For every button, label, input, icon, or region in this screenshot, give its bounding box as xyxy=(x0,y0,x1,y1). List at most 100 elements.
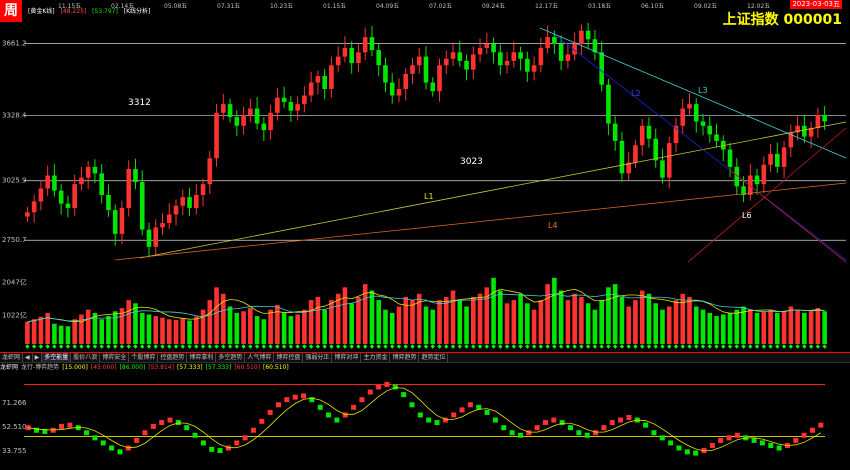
volume-bar xyxy=(815,308,821,344)
tab-7[interactable]: 控盘趋势 xyxy=(158,353,188,362)
volume-bar xyxy=(443,296,449,344)
volume-bar xyxy=(775,312,780,344)
tab-1[interactable]: ◀ xyxy=(23,353,33,362)
volume-marker xyxy=(741,344,746,349)
price-tick-label: 3025.9 xyxy=(2,177,27,185)
volume-bar xyxy=(653,303,659,344)
volume-marker xyxy=(187,344,192,349)
indicator-dot xyxy=(676,445,682,451)
candle-body xyxy=(680,108,686,126)
volume-bar xyxy=(558,290,564,344)
indicator-dot xyxy=(434,420,440,426)
volume-bar xyxy=(403,296,409,344)
volume-bar xyxy=(504,303,510,344)
candle-body xyxy=(754,175,760,185)
volume-marker xyxy=(38,344,44,349)
volume-bar xyxy=(133,303,138,344)
volume-bar xyxy=(470,296,476,344)
volume-bar xyxy=(768,309,773,344)
volume-bar xyxy=(241,311,246,344)
volume-marker xyxy=(511,344,517,349)
candle-body xyxy=(666,143,672,178)
candle-body xyxy=(160,223,165,228)
candle-body xyxy=(511,52,517,61)
indicator-value: [60.510] xyxy=(234,364,260,371)
volume-marker xyxy=(748,344,753,349)
volume-marker xyxy=(754,344,760,349)
candle-body xyxy=(687,104,692,109)
volume-bar xyxy=(754,312,760,344)
volume-marker xyxy=(200,344,206,349)
candle-body xyxy=(498,52,503,66)
volume-marker xyxy=(72,344,77,349)
volume-bar xyxy=(808,311,814,344)
tab-5[interactable]: 博弈安全 xyxy=(100,353,130,362)
indicator-dot xyxy=(759,440,765,446)
indicator-dot xyxy=(576,430,582,436)
tab-0[interactable]: 龙虾网 xyxy=(0,353,24,362)
tab-12[interactable]: 强弱分正 xyxy=(303,353,333,362)
candle-body xyxy=(126,169,132,208)
indicator-dot xyxy=(134,437,140,443)
price-tick-label: 3328.4 xyxy=(2,111,27,119)
trendline-label-L4: L4 xyxy=(548,221,558,230)
indicator-dot xyxy=(92,435,98,441)
tab-13[interactable]: 博弈对冲 xyxy=(332,353,362,362)
volume-bar xyxy=(538,300,544,344)
tab-2[interactable]: ▶ xyxy=(33,353,43,362)
volume-bar xyxy=(79,314,84,344)
indicator-dot xyxy=(484,409,490,415)
indicator-value: [45.000] xyxy=(90,364,117,371)
candle-body xyxy=(234,117,240,126)
volume-bar xyxy=(545,284,550,344)
tab-16[interactable]: 趋势定位 xyxy=(419,353,449,362)
tab-6[interactable]: 个股博弈 xyxy=(129,353,159,362)
volume-marker xyxy=(376,344,381,349)
tab-9[interactable]: 多空趋势 xyxy=(216,353,246,362)
tab-3[interactable]: 多空能量 xyxy=(42,353,72,362)
candle-body xyxy=(639,125,645,146)
tab-14[interactable]: 主力资金 xyxy=(361,353,391,362)
volume-marker xyxy=(558,344,564,349)
candle-body xyxy=(518,52,523,59)
volume-marker xyxy=(450,344,456,349)
volume-marker xyxy=(180,344,185,349)
volume-marker xyxy=(694,344,699,349)
candle-body xyxy=(362,37,368,53)
indicator-dot xyxy=(100,440,106,446)
volume-marker xyxy=(619,344,625,349)
volume-marker xyxy=(802,344,807,349)
tab-10[interactable]: 人气博弈 xyxy=(245,353,275,362)
indicator-dot xyxy=(417,412,423,418)
volume-marker xyxy=(471,344,476,349)
volume-marker xyxy=(646,344,652,349)
indicator-dot xyxy=(726,435,732,441)
volume-bar xyxy=(85,309,91,344)
tab-11[interactable]: 博弈控盘 xyxy=(274,353,304,362)
candle-body xyxy=(606,84,611,124)
volume-marker xyxy=(538,344,544,349)
candle-body xyxy=(187,197,192,208)
volume-marker xyxy=(667,344,672,349)
volume-marker xyxy=(207,344,212,349)
candle-body xyxy=(579,30,584,44)
volume-bar xyxy=(579,296,584,344)
volume-marker xyxy=(99,344,104,349)
indicator-values-header: 龙虾网 龙行-博弈趋势 [15.000] [45.000] [86.000] [53.81… xyxy=(0,363,292,372)
volume-marker xyxy=(680,344,685,349)
tab-8[interactable]: 博弈拿利 xyxy=(187,353,217,362)
volume-bar xyxy=(633,300,638,344)
candle-body xyxy=(389,82,395,96)
candle-body xyxy=(261,123,267,131)
indicator-dot xyxy=(167,417,173,423)
candle-body xyxy=(322,76,327,90)
volume-bar xyxy=(626,306,631,344)
candle-body xyxy=(200,184,206,195)
tab-4[interactable]: 股价八浪 xyxy=(71,353,101,362)
volume-bar xyxy=(153,316,159,344)
indicator-dot xyxy=(376,384,382,390)
volume-bar xyxy=(795,309,800,344)
candle-body xyxy=(281,97,287,102)
tab-15[interactable]: 博弈趋势 xyxy=(390,353,420,362)
volume-marker xyxy=(65,344,71,349)
